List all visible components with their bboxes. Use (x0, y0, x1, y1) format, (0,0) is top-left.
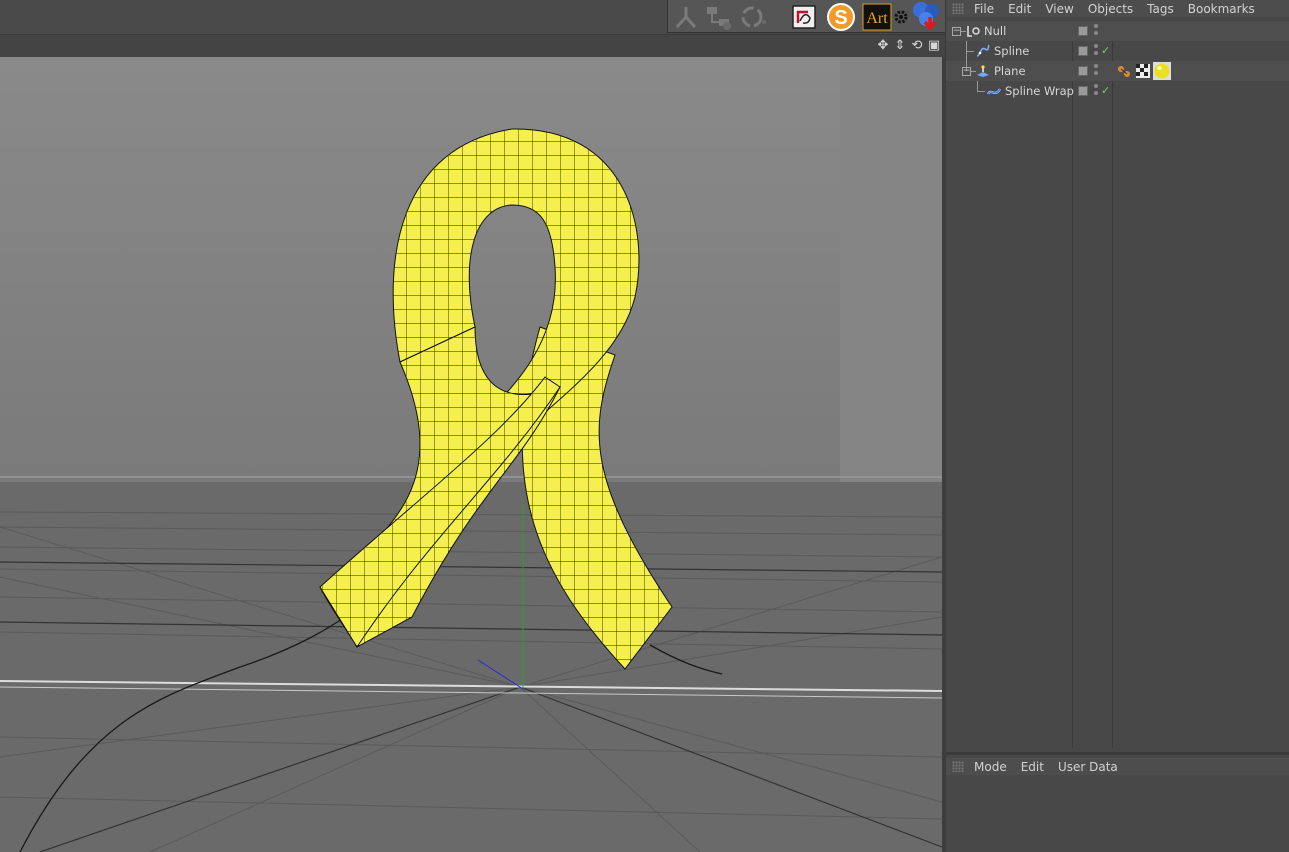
visibility-dots[interactable] (1094, 84, 1098, 98)
object-name-plane[interactable]: Plane (994, 64, 1026, 78)
rotate-view-icon[interactable]: ⟲ (910, 38, 924, 53)
spline-wrap-icon (987, 88, 1001, 95)
collapse-icon[interactable]: − (952, 27, 961, 36)
spline-icon (976, 44, 990, 57)
uv-tag-icon[interactable] (1116, 63, 1132, 79)
visibility-dots[interactable] (1094, 24, 1098, 38)
layer-box[interactable] (1078, 26, 1088, 36)
gear-icon[interactable] (892, 1, 910, 32)
render-region-icon[interactable] (788, 1, 820, 32)
visibility-dots[interactable] (1094, 44, 1098, 58)
layer-box[interactable] (1078, 46, 1088, 56)
enabled-check-icon[interactable]: ✓ (1101, 84, 1110, 97)
panel-grip-icon[interactable] (952, 3, 964, 14)
menu-view[interactable]: View (1045, 2, 1073, 16)
object-manager: File Edit View Objects Tags Bookmarks − … (946, 0, 1289, 752)
zoom-view-icon[interactable]: ⇕ (893, 38, 907, 53)
cinema4d-window: S Art ✥ ⇕ ⟲ ▣ File Edit View Objects Tag… (0, 0, 1289, 852)
menu-edit[interactable]: Edit (1021, 760, 1044, 774)
layer-box[interactable] (1078, 66, 1088, 76)
recycle-icon[interactable] (737, 1, 769, 32)
object-row-spline-wrap[interactable]: Spline Wrap ✓ (946, 81, 1289, 101)
object-name-spline-wrap[interactable]: Spline Wrap (1005, 84, 1074, 98)
object-name-spline[interactable]: Spline (994, 44, 1029, 58)
joint-icon[interactable] (670, 1, 702, 32)
menu-edit[interactable]: Edit (1008, 2, 1031, 16)
menu-mode[interactable]: Mode (974, 760, 1007, 774)
menu-user-data[interactable]: User Data (1058, 760, 1118, 774)
viewport-header: ✥ ⇕ ⟲ ▣ (0, 34, 945, 57)
move-view-icon[interactable]: ✥ (876, 38, 890, 53)
object-row-spline[interactable]: Spline ✓ (946, 41, 1289, 61)
art-icon[interactable]: Art (861, 1, 893, 32)
menu-bookmarks[interactable]: Bookmarks (1188, 2, 1255, 16)
sketch-s-label: S (834, 7, 847, 29)
attribute-manager: Mode Edit User Data (946, 752, 1289, 852)
material-tag-icon[interactable] (1153, 62, 1171, 80)
toolbar-icon-group: S Art (667, 0, 945, 33)
collapse-icon[interactable]: − (962, 67, 971, 76)
hierarchy-icon[interactable] (703, 1, 735, 32)
3d-viewport[interactable] (0, 57, 942, 852)
enabled-check-icon[interactable]: ✓ (1101, 44, 1110, 57)
null-icon (967, 26, 980, 37)
object-name-null[interactable]: Null (984, 24, 1006, 38)
object-row-plane[interactable]: − Plane (946, 61, 1289, 81)
object-tree: − Null Spline ✓ − Plane Spline Wrap ✓ (946, 21, 1289, 101)
attribute-manager-menubar: Mode Edit User Data (946, 758, 1289, 775)
menu-tags[interactable]: Tags (1147, 2, 1174, 16)
menu-objects[interactable]: Objects (1088, 2, 1133, 16)
texture-tag-icon[interactable] (1135, 63, 1151, 79)
visibility-dots[interactable] (1094, 64, 1098, 78)
main-toolbar: S Art (0, 0, 945, 34)
viewport-canvas[interactable] (0, 57, 942, 852)
menu-file[interactable]: File (974, 2, 994, 16)
object-manager-menubar: File Edit View Objects Tags Bookmarks (946, 0, 1289, 17)
object-row-null[interactable]: − Null (946, 21, 1289, 41)
sketch-s-icon[interactable]: S (825, 1, 857, 32)
maximize-view-icon[interactable]: ▣ (927, 38, 941, 53)
layer-box[interactable] (1078, 86, 1088, 96)
art-label: Art (866, 10, 888, 27)
panel-grip-icon[interactable] (952, 761, 964, 772)
viewport-navigation: ✥ ⇕ ⟲ ▣ (876, 38, 941, 53)
spheres-download-icon[interactable] (910, 1, 942, 32)
plane-icon (977, 65, 989, 77)
